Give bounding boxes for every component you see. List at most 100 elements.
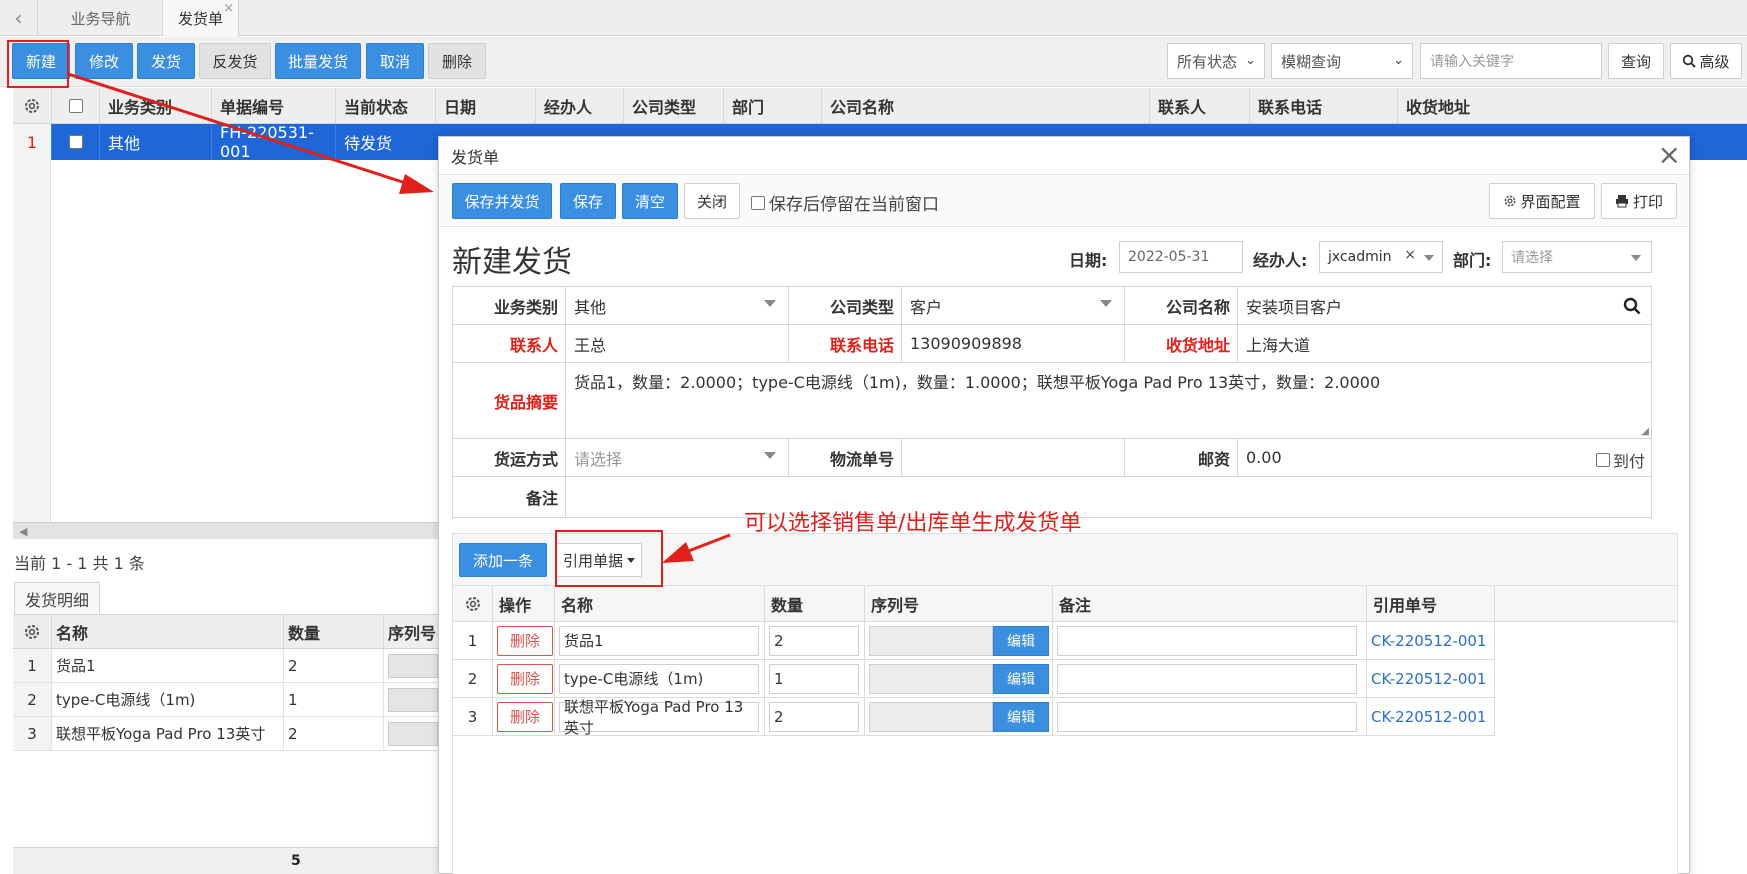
tab-delivery-detail[interactable]: 发货明细 xyxy=(14,582,100,614)
cod-checkbox[interactable]: 到付 xyxy=(1595,448,1645,472)
col-code[interactable]: 单据编号 xyxy=(211,88,335,124)
item-name-input[interactable]: 联想平板Yoga Pad Pro 13英寸 xyxy=(559,698,759,737)
detail-col-serial[interactable]: 序列号 xyxy=(383,615,443,649)
delete-row-button[interactable]: 删除 xyxy=(497,701,553,732)
contact-input[interactable]: 王总 xyxy=(566,325,789,363)
serial-input[interactable] xyxy=(869,625,993,656)
select-all-checkbox[interactable] xyxy=(51,88,99,124)
item-settings[interactable] xyxy=(453,586,493,622)
company-type-select[interactable]: 客户 xyxy=(902,287,1125,325)
remark-input[interactable] xyxy=(566,477,1651,517)
resize-handle-icon[interactable]: ◢ xyxy=(1641,426,1649,437)
category-select[interactable]: 其他 xyxy=(566,287,789,325)
item-col-qty[interactable]: 数量 xyxy=(765,586,865,622)
print-button[interactable]: 打印 xyxy=(1601,183,1677,219)
close-icon[interactable]: × xyxy=(1658,139,1681,171)
save-and-ship-button[interactable]: 保存并发货 xyxy=(452,183,552,219)
search-icon[interactable] xyxy=(1623,297,1641,315)
item-remark-input[interactable] xyxy=(1057,625,1357,656)
col-address[interactable]: 收货地址 xyxy=(1397,88,1747,124)
search-button[interactable]: 查询 xyxy=(1608,43,1664,79)
item-qty-input[interactable]: 2 xyxy=(769,701,859,732)
item-qty-input[interactable]: 1 xyxy=(769,663,859,694)
handler-value: jxcadmin xyxy=(1328,249,1392,265)
detail-grid: 名称 数量 序列号 1 货品1 2 2 type-C电源线（1m) 1 3 联想… xyxy=(13,614,443,874)
status-filter-select[interactable]: 所有状态 ⌄ xyxy=(1167,43,1265,79)
date-input[interactable]: 2022-05-31 xyxy=(1119,241,1243,273)
phone-input[interactable]: 13090909898 xyxy=(902,325,1125,363)
item-remark-input[interactable] xyxy=(1057,701,1357,732)
col-contact[interactable]: 联系人 xyxy=(1149,88,1249,124)
edit-serial-button[interactable]: 编辑 xyxy=(993,701,1049,732)
dialog-title-bar: 发货单 × xyxy=(439,137,1689,175)
ui-config-button[interactable]: 界面配置 xyxy=(1489,183,1595,219)
delete-row-button[interactable]: 删除 xyxy=(497,663,553,694)
tab-delivery-note[interactable]: 发货单 × xyxy=(163,0,239,37)
advanced-search-button[interactable]: 高级 xyxy=(1670,43,1742,79)
phone-label: 联系电话 xyxy=(789,325,902,363)
item-ref-link[interactable]: CK-220512-001 xyxy=(1367,698,1495,736)
horizontal-scrollbar[interactable]: ◀ xyxy=(13,522,443,539)
tab-back-icon[interactable]: ‹ xyxy=(0,0,38,36)
item-ref-link[interactable]: CK-220512-001 xyxy=(1367,622,1495,660)
detail-settings[interactable] xyxy=(13,615,51,649)
postage-input[interactable]: 0.00 到付 xyxy=(1238,439,1651,477)
delete-button[interactable]: 删除 xyxy=(428,43,486,79)
summary-value: 货品1，数量：2.0000；type-C电源线（1m)，数量：1.0000；联想… xyxy=(574,373,1381,392)
close-icon[interactable]: × xyxy=(223,1,234,16)
summary-textarea[interactable]: 货品1，数量：2.0000；type-C电源线（1m)，数量：1.0000；联想… xyxy=(566,363,1651,439)
detail-col-name[interactable]: 名称 xyxy=(51,615,283,649)
tracking-input[interactable] xyxy=(902,439,1125,477)
stay-in-window-checkbox[interactable]: 保存后停留在当前窗口 xyxy=(751,190,939,215)
col-company-type[interactable]: 公司类型 xyxy=(623,88,723,124)
col-department[interactable]: 部门 xyxy=(723,88,821,124)
item-col-serial[interactable]: 序列号 xyxy=(865,586,1053,622)
serial-input[interactable] xyxy=(869,663,993,694)
chevron-down-icon xyxy=(1100,300,1112,307)
cancel-button[interactable]: 取消 xyxy=(366,43,424,79)
col-category[interactable]: 业务类别 xyxy=(99,88,211,124)
item-col-name[interactable]: 名称 xyxy=(555,586,765,622)
department-select[interactable]: 请选择 xyxy=(1502,241,1652,273)
row-checkbox[interactable] xyxy=(51,124,99,160)
ship-button[interactable]: 发货 xyxy=(137,43,195,79)
col-date[interactable]: 日期 xyxy=(435,88,535,124)
col-phone[interactable]: 联系电话 xyxy=(1249,88,1397,124)
company-name-label: 公司名称 xyxy=(1125,287,1238,325)
edit-serial-button[interactable]: 编辑 xyxy=(993,625,1049,656)
item-qty-input[interactable]: 2 xyxy=(769,625,859,656)
item-name-input[interactable]: type-C电源线（1m) xyxy=(559,663,759,694)
detail-qty: 2 xyxy=(283,649,383,683)
serial-input[interactable] xyxy=(869,701,993,732)
item-ref-link[interactable]: CK-220512-001 xyxy=(1367,660,1495,698)
grid-settings-gear-icon[interactable] xyxy=(13,88,51,124)
item-col-ref[interactable]: 引用单号 xyxy=(1367,586,1495,622)
add-row-button[interactable]: 添加一条 xyxy=(459,543,547,577)
detail-col-qty[interactable]: 数量 xyxy=(283,615,383,649)
col-company-name[interactable]: 公司名称 xyxy=(821,88,1149,124)
company-name-input[interactable]: 安装项目客户 xyxy=(1238,287,1651,325)
query-mode-select[interactable]: 模糊查询 ⌄ xyxy=(1271,43,1413,79)
item-col-remark[interactable]: 备注 xyxy=(1053,586,1367,622)
unship-button[interactable]: 反发货 xyxy=(199,43,271,79)
address-input[interactable]: 上海大道 xyxy=(1238,325,1651,363)
tab-business-nav[interactable]: 业务导航 xyxy=(39,0,163,36)
clear-button[interactable]: 清空 xyxy=(622,183,678,219)
delete-row-button[interactable]: 删除 xyxy=(497,625,553,656)
col-status[interactable]: 当前状态 xyxy=(335,88,435,124)
category-value: 其他 xyxy=(574,297,607,317)
edit-button[interactable]: 修改 xyxy=(75,43,133,79)
close-button[interactable]: 关闭 xyxy=(684,183,740,219)
save-button[interactable]: 保存 xyxy=(560,183,616,219)
clear-icon[interactable]: × xyxy=(1404,247,1416,263)
col-handler[interactable]: 经办人 xyxy=(535,88,623,124)
scroll-left-icon[interactable]: ◀ xyxy=(19,525,27,538)
handler-select[interactable]: jxcadmin × xyxy=(1319,241,1443,273)
chevron-down-icon xyxy=(1631,255,1641,261)
shipping-select[interactable]: 请选择 xyxy=(566,439,789,477)
keyword-input[interactable]: 请输入关键字 xyxy=(1420,43,1602,79)
item-name-input[interactable]: 货品1 xyxy=(559,625,759,656)
item-remark-input[interactable] xyxy=(1057,663,1357,694)
edit-serial-button[interactable]: 编辑 xyxy=(993,663,1049,694)
batch-ship-button[interactable]: 批量发货 xyxy=(275,43,361,79)
